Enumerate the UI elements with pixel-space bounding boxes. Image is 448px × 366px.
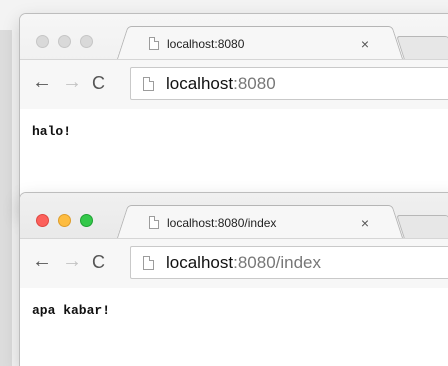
traffic-lights [36,214,93,227]
url-host: localhost [166,73,234,93]
url-text: localhost:8080 [166,74,276,94]
minimize-window-button[interactable] [58,35,71,48]
tab-title: localhost:8080/index [167,215,277,230]
browser-tab[interactable]: localhost:8080 × [130,26,390,60]
reload-button[interactable]: C [92,252,105,272]
url-host: localhost [166,252,234,272]
minimize-window-button[interactable] [58,214,71,227]
back-button[interactable]: ← [32,251,52,271]
url-path: :8080 [233,73,276,93]
forward-button[interactable]: → [62,72,82,92]
close-window-button[interactable] [36,35,49,48]
address-bar[interactable]: localhost:8080 [130,67,448,100]
page-icon [149,37,159,50]
page-body-text: apa kabar! [32,303,111,318]
browser-chrome: localhost:8080 × ← → C localhost:8080 [20,14,448,109]
address-bar[interactable]: localhost:8080/index [130,246,448,279]
reload-button[interactable]: C [92,73,105,93]
tab-close-button[interactable]: × [361,215,369,231]
browser-window-2: localhost:8080/index × ← → C localhost:8… [20,193,448,366]
forward-button[interactable]: → [62,251,82,271]
browser-chrome: localhost:8080/index × ← → C localhost:8… [20,193,448,288]
tab-title: localhost:8080 [167,36,245,51]
new-tab-button[interactable] [396,36,448,59]
url-path: :8080/index [233,252,322,272]
traffic-lights [36,35,93,48]
close-window-button[interactable] [36,214,49,227]
page-icon [143,76,154,91]
back-button[interactable]: ← [32,72,52,92]
browser-tab[interactable]: localhost:8080/index × [130,205,390,239]
tab-close-button[interactable]: × [361,36,369,52]
page-icon [143,255,154,270]
url-text: localhost:8080/index [166,253,321,273]
new-tab-button[interactable] [396,215,448,238]
browser-window-1: localhost:8080 × ← → C localhost:8080 ha… [20,14,448,214]
zoom-window-button[interactable] [80,35,93,48]
background-window-edge [0,30,12,366]
toolbar: ← → C localhost:8080/index [20,238,448,288]
toolbar: ← → C localhost:8080 [20,59,448,109]
page-icon [149,216,159,229]
page-body-text: halo! [32,124,72,139]
zoom-window-button[interactable] [80,214,93,227]
page-content: apa kabar! [20,288,448,366]
